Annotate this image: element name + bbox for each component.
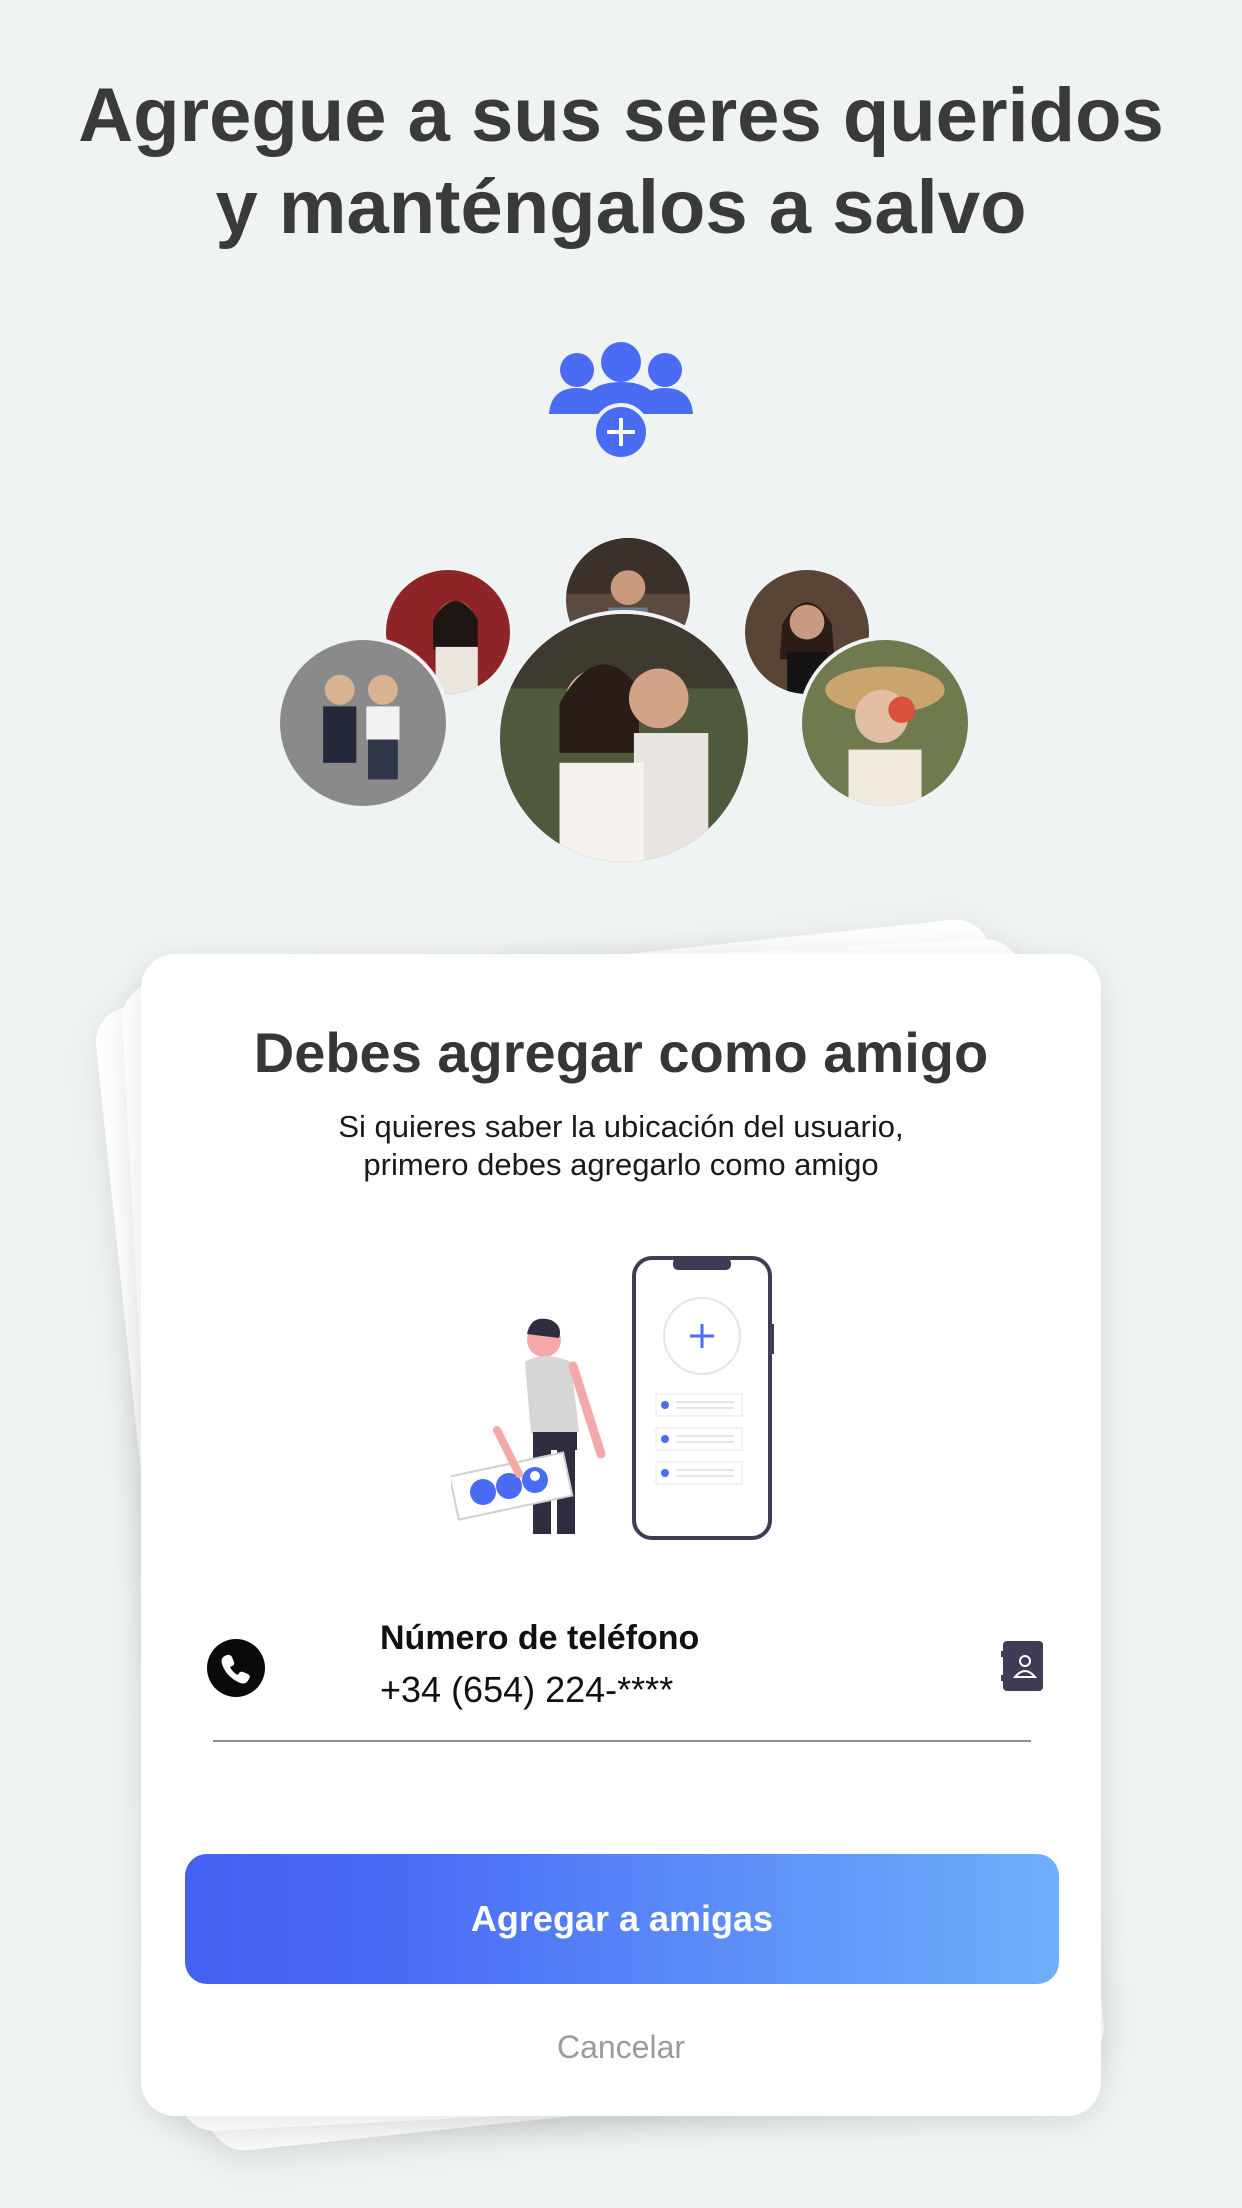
- photo-woman-flowers: [798, 636, 972, 810]
- headline-line-1: Agregue a sus seres queridos: [78, 73, 1164, 158]
- phone-number-field[interactable]: Número de teléfono +34 (654) 224-****: [207, 1619, 1043, 1729]
- headline-line-2: y manténgalos a salvo: [215, 165, 1027, 250]
- add-friend-card: Debes agregar como amigo Si quieres sabe…: [141, 954, 1101, 2116]
- card-title: Debes agregar como amigo: [253, 1021, 989, 1084]
- phone-icon: [207, 1639, 265, 1697]
- add-contact-illustration: [451, 1256, 774, 1540]
- card-subtitle-line-2: primero debes agregarlo como amigo: [363, 1147, 879, 1182]
- phone-number-value[interactable]: +34 (654) 224-****: [380, 1669, 673, 1711]
- headline: Agregue a sus seres queridos y manténgal…: [0, 70, 1242, 254]
- card-subtitle-line-1: Si quieres saber la ubicación del usuari…: [338, 1109, 904, 1144]
- card-subtitle: Si quieres saber la ubicación del usuari…: [221, 1108, 1021, 1184]
- phone-number-label: Número de teléfono: [380, 1619, 700, 1657]
- cancel-button[interactable]: Cancelar: [141, 2029, 1101, 2066]
- phone-field-underline: [213, 1740, 1031, 1742]
- photo-couple: [496, 610, 752, 866]
- group-add-icon: [549, 342, 693, 460]
- add-friend-button[interactable]: Agregar a amigas: [185, 1854, 1059, 1984]
- contacts-book-icon[interactable]: [1001, 1639, 1045, 1693]
- photo-two-children: [276, 636, 450, 810]
